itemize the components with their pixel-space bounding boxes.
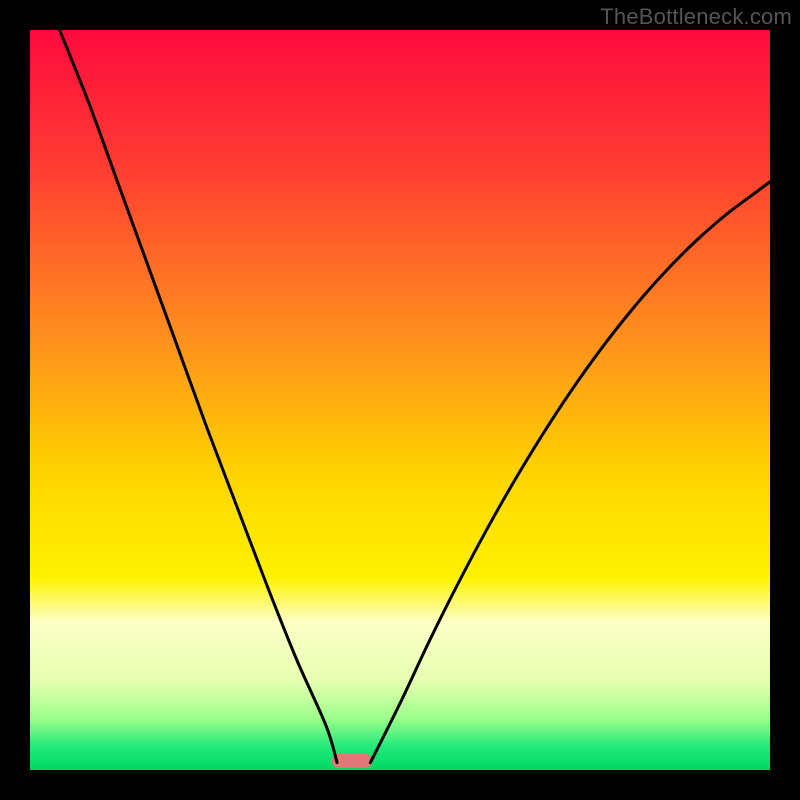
plot-area — [30, 30, 770, 770]
chart-background — [30, 30, 770, 770]
watermark-text: TheBottleneck.com — [600, 4, 792, 30]
chart-frame: TheBottleneck.com — [0, 0, 800, 800]
chart-svg — [30, 30, 770, 770]
